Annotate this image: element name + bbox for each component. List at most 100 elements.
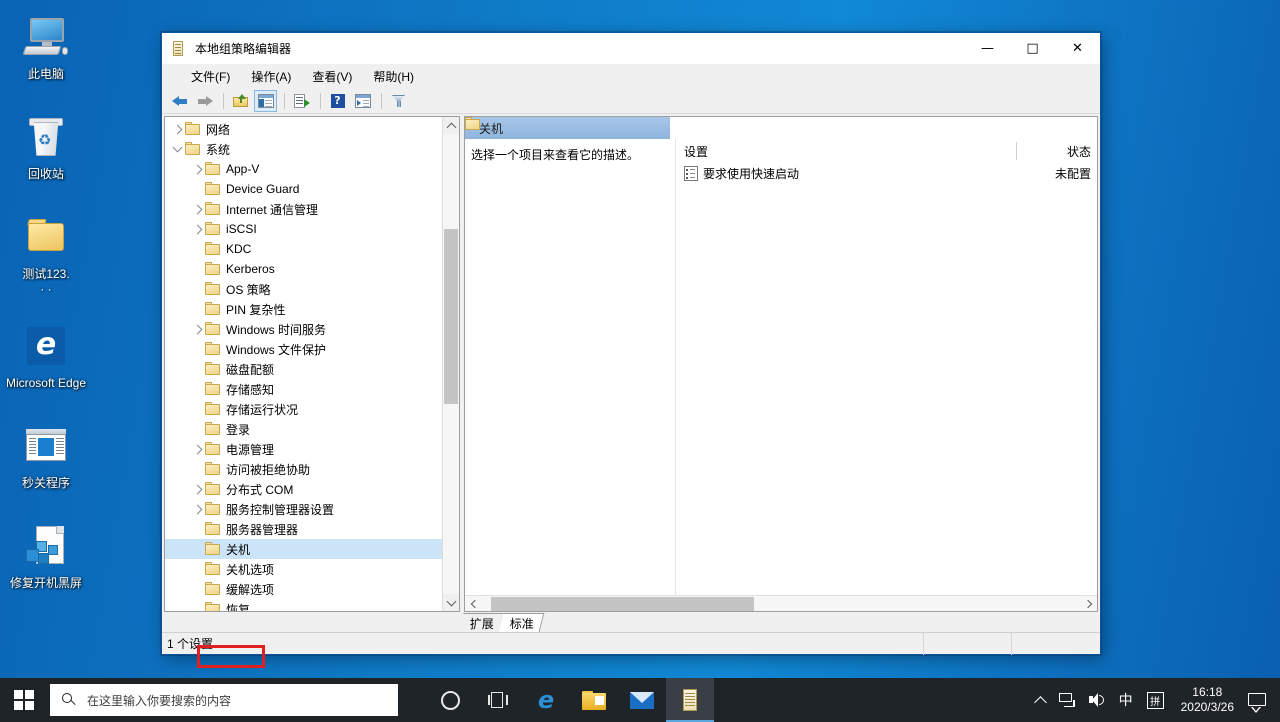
tree-item[interactable]: 缓解选项 (165, 579, 459, 599)
tree-item[interactable]: Internet 通信管理 (165, 199, 459, 219)
scroll-right-button[interactable] (1081, 596, 1097, 612)
scroll-down-button[interactable] (443, 594, 459, 611)
desktop-icon-recycle-bin[interactable]: ♻ 回收站 (0, 108, 92, 186)
chevron-right-icon[interactable] (189, 201, 205, 217)
tree-item[interactable]: 存储感知 (165, 379, 459, 399)
tree-indent-spacer (189, 601, 205, 611)
start-button[interactable] (0, 678, 48, 722)
hscroll-track[interactable] (481, 596, 1081, 612)
chevron-right-icon[interactable] (189, 321, 205, 337)
help-button[interactable]: ? (326, 90, 349, 112)
tree-item[interactable]: 系统 (165, 139, 459, 159)
properties-button[interactable] (351, 90, 374, 112)
arrow-right-icon (197, 94, 213, 108)
tree-item[interactable]: Device Guard (165, 179, 459, 199)
menu-file[interactable]: 文件(F) (182, 65, 239, 88)
tree-item[interactable]: PIN 复杂性 (165, 299, 459, 319)
tree-item[interactable]: 服务器管理器 (165, 519, 459, 539)
menu-view[interactable]: 查看(V) (303, 65, 361, 88)
folder-icon (205, 402, 222, 416)
desktop-icon-this-pc[interactable]: 此电脑 (0, 8, 92, 86)
tree-item[interactable]: 关机选项 (165, 559, 459, 579)
maximize-button[interactable]: □ (1010, 33, 1055, 64)
export-list-button[interactable] (290, 90, 313, 112)
setting-row[interactable]: 要求使用快速启动 未配置 (676, 163, 1097, 183)
tree-item[interactable]: Windows 时间服务 (165, 319, 459, 339)
column-header-status[interactable]: 状态 (1017, 143, 1097, 160)
minimize-button[interactable]: — (965, 33, 1010, 64)
tab-standard[interactable]: 标准 (498, 613, 545, 632)
scroll-left-button[interactable] (465, 596, 481, 612)
tree-item[interactable]: 服务控制管理器设置 (165, 499, 459, 519)
tree-item[interactable]: 恢复 (165, 599, 459, 611)
details-horizontal-scrollbar[interactable] (465, 595, 1097, 611)
show-hide-tree-button[interactable] (254, 89, 277, 112)
task-view-button[interactable] (474, 678, 522, 722)
desktop-icon-fix-black-screen[interactable]: 修复开机黑屏 (0, 517, 92, 595)
menu-action[interactable]: 操作(A) (242, 65, 300, 88)
cortana-button[interactable] (426, 678, 474, 722)
console-tree[interactable]: 网络 系统 App-V Device Guard Internet 通信管理 iSCSI K… (165, 117, 459, 611)
tree-item[interactable]: 存储运行状况 (165, 399, 459, 419)
group-policy-icon (171, 40, 187, 57)
tree-item-label: 存储运行状况 (226, 402, 299, 417)
tree-item[interactable]: 访问被拒绝协助 (165, 459, 459, 479)
column-header-setting[interactable]: 设置 (676, 143, 1017, 160)
tree-item[interactable]: KDC (165, 239, 459, 259)
clock[interactable]: 16:18 2020/3/26 (1171, 685, 1242, 715)
action-center-button[interactable] (1248, 692, 1266, 713)
tree-item[interactable]: Windows 文件保护 (165, 339, 459, 359)
chevron-right-icon[interactable] (189, 501, 205, 517)
chevron-right-icon[interactable] (189, 441, 205, 457)
show-hidden-icons-button[interactable] (1029, 678, 1052, 722)
mail-button[interactable] (618, 678, 666, 722)
view-tabstrip: 扩展 标准 (162, 612, 1100, 632)
back-button[interactable] (168, 90, 191, 112)
taskbar-search-box[interactable]: 在这里输入你要搜索的内容 (50, 684, 398, 716)
filter-button[interactable] (387, 90, 410, 112)
tree-item[interactable]: 关机 (165, 539, 459, 559)
window-titlebar[interactable]: 本地组策略编辑器 — □ ✕ (162, 33, 1100, 64)
gpedit-taskbar-button[interactable] (666, 678, 714, 722)
scroll-thumb[interactable] (444, 229, 458, 404)
ime-pinyin-button[interactable]: 拼 (1140, 678, 1171, 722)
column-divider[interactable] (1016, 142, 1017, 160)
chevron-right-icon[interactable] (169, 121, 185, 137)
tree-item[interactable]: 网络 (165, 119, 459, 139)
tree-item[interactable]: 磁盘配额 (165, 359, 459, 379)
volume-button[interactable] (1082, 678, 1112, 722)
tab-extended[interactable]: 扩展 (458, 613, 505, 632)
desktop-icon-quick-shutdown[interactable]: 秒关程序 (0, 417, 92, 495)
edge-taskbar-button[interactable]: e (522, 678, 570, 722)
ime-mode-button[interactable]: 中 (1112, 678, 1140, 722)
folder-icon (205, 262, 222, 276)
folder-icon (205, 202, 222, 216)
desktop-icon-test-folder[interactable]: 测试123. · · (0, 208, 92, 301)
chevron-right-icon[interactable] (189, 221, 205, 237)
close-button[interactable]: ✕ (1055, 33, 1100, 64)
scroll-up-button[interactable] (443, 117, 459, 134)
chevron-right-icon[interactable] (189, 481, 205, 497)
tree-item[interactable]: OS 策略 (165, 279, 459, 299)
tree-item[interactable]: 登录 (165, 419, 459, 439)
details-pane: 关机 选择一个项目来查看它的描述。 设置 状态 要求使用快速启动 未配置 (464, 116, 1098, 612)
desktop-icon-microsoft-edge[interactable]: e Microsoft Edge (0, 317, 92, 395)
task-view-icon (488, 692, 508, 708)
hscroll-thumb[interactable] (491, 596, 754, 611)
tree-item[interactable]: App-V (165, 159, 459, 179)
folder-icon (185, 122, 202, 136)
tree-item[interactable]: 电源管理 (165, 439, 459, 459)
menubar: 文件(F) 操作(A) 查看(V) 帮助(H) (162, 64, 1100, 88)
tree-item[interactable]: iSCSI (165, 219, 459, 239)
menu-help[interactable]: 帮助(H) (364, 65, 423, 88)
tree-item[interactable]: Kerberos (165, 259, 459, 279)
scroll-track[interactable] (443, 134, 459, 594)
forward-button[interactable] (193, 90, 216, 112)
chevron-right-icon[interactable] (189, 161, 205, 177)
tree-vertical-scrollbar[interactable] (442, 117, 459, 611)
file-explorer-button[interactable] (570, 678, 618, 722)
chevron-down-icon[interactable] (169, 141, 185, 157)
network-button[interactable] (1052, 678, 1082, 722)
up-one-level-button[interactable] (229, 90, 252, 112)
tree-item[interactable]: 分布式 COM (165, 479, 459, 499)
